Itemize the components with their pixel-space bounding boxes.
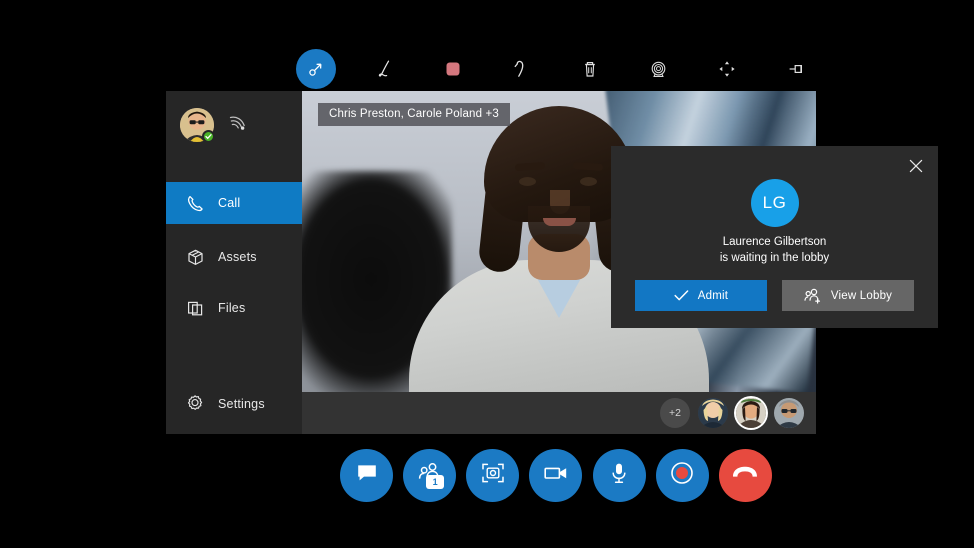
participant-thumbnail[interactable] (698, 398, 728, 428)
admit-button-label: Admit (697, 289, 729, 302)
chat-button[interactable] (340, 448, 393, 502)
delete-tool[interactable] (570, 49, 610, 89)
files-icon (184, 297, 206, 319)
lobby-actions: Admit View Lobby (635, 280, 914, 311)
color-swatch-icon (444, 60, 462, 78)
participant-overflow-count[interactable]: +2 (660, 398, 690, 428)
pen-icon (374, 58, 396, 80)
lobby-person-name: Laurence Gilbertson (722, 236, 827, 248)
undo-icon (511, 58, 533, 80)
laser-pointer-icon (306, 59, 326, 79)
lobby-avatar-initials: LG (750, 179, 799, 227)
end-call-button[interactable] (718, 448, 772, 502)
participant-filmstrip: +2 (302, 392, 816, 434)
record-icon (669, 460, 695, 491)
annotation-toolbar (296, 44, 816, 94)
sidebar-item-label: Assets (218, 250, 257, 264)
check-icon (674, 289, 689, 302)
presence-badge (202, 130, 215, 143)
capture-icon (480, 461, 506, 490)
pin-icon (785, 58, 807, 80)
lobby-message: Laurence Gilbertson is waiting in the lo… (611, 234, 938, 266)
add-people-badge: 1 (426, 474, 445, 489)
call-controls: 1 (340, 447, 772, 503)
trash-icon (580, 59, 600, 79)
move-tool[interactable] (707, 49, 747, 89)
sidebar-item-label: Files (218, 301, 246, 315)
sidebar-item-files[interactable]: Files (166, 287, 302, 329)
capture-button[interactable] (466, 448, 520, 502)
microphone-button[interactable] (592, 448, 646, 502)
undo-tool[interactable] (502, 49, 542, 89)
avatar[interactable] (180, 108, 215, 143)
video-camera-icon (543, 463, 569, 488)
microphone-icon (609, 461, 629, 490)
cube-icon (184, 246, 206, 268)
participant-thumbnail-active[interactable] (736, 398, 766, 428)
view-lobby-button[interactable]: View Lobby (782, 280, 914, 311)
sidebar: Call Assets Files Settings (166, 91, 302, 434)
sidebar-item-settings[interactable]: Settings (166, 383, 302, 425)
add-person-icon (804, 288, 822, 304)
pin-tool[interactable] (776, 49, 816, 89)
lobby-notification-card: LG Laurence Gilbertson is waiting in the… (611, 146, 938, 328)
lobby-status-line: is waiting in the lobby (719, 252, 830, 264)
add-people-button[interactable]: 1 (403, 448, 457, 502)
sidebar-item-label: Settings (218, 397, 265, 411)
stamp-icon (648, 59, 669, 80)
move-icon (717, 59, 737, 79)
end-call-icon (731, 465, 759, 486)
app-root: Call Assets Files Settings Chris Preston… (0, 0, 974, 548)
sidebar-item-label: Call (218, 196, 241, 210)
close-icon[interactable] (904, 154, 928, 178)
stamp-tool[interactable] (639, 49, 679, 89)
sidebar-item-call[interactable]: Call (166, 182, 302, 224)
admit-button[interactable]: Admit (635, 280, 767, 311)
video-button[interactable] (529, 448, 583, 502)
laser-pointer-tool[interactable] (296, 49, 336, 89)
view-lobby-button-label: View Lobby (830, 289, 893, 302)
signal-icon (228, 114, 247, 136)
gear-icon (184, 393, 206, 415)
record-button[interactable] (655, 448, 709, 502)
phone-icon (184, 192, 206, 214)
sidebar-profile[interactable] (166, 91, 302, 159)
chat-icon (355, 461, 379, 490)
pen-tool[interactable] (365, 49, 405, 89)
participant-name-tag: Chris Preston, Carole Poland +3 (318, 103, 510, 126)
participant-thumbnail[interactable] (774, 398, 804, 428)
color-swatch-tool[interactable] (433, 49, 473, 89)
sidebar-item-assets[interactable]: Assets (166, 236, 302, 278)
